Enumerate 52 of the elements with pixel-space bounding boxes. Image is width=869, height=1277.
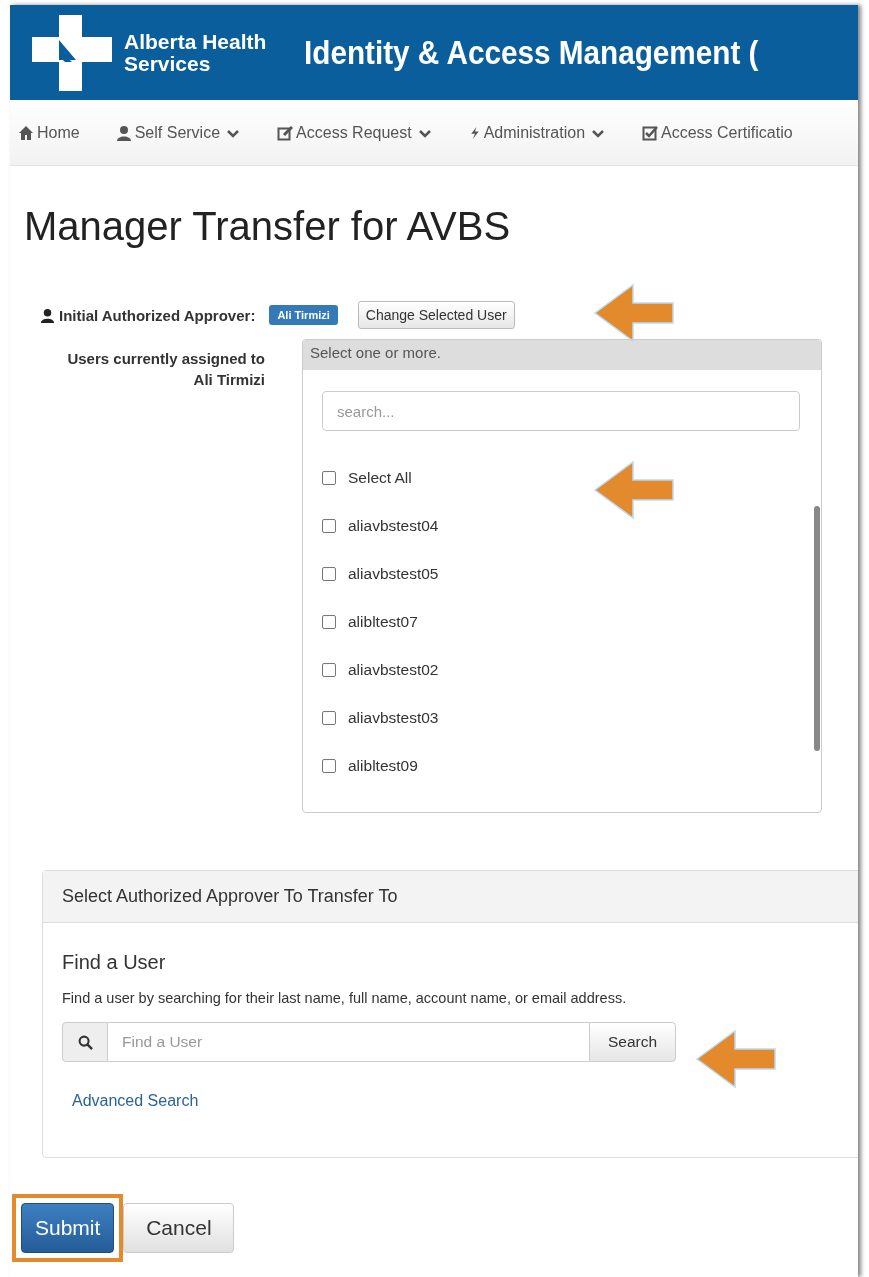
chevron-down-icon: [592, 130, 605, 138]
advanced-search-link[interactable]: Advanced Search: [72, 1092, 199, 1110]
field-label: Initial Authorized Approver:: [59, 306, 256, 324]
checkbox[interactable]: [322, 567, 336, 581]
field-label: Users currently assigned to: [66, 349, 265, 369]
chevron-down-icon: [418, 130, 431, 138]
search-field[interactable]: Find a User: [108, 1022, 589, 1062]
field-label: Ali Tirmizi: [192, 370, 265, 390]
submit-button[interactable]: Submit: [21, 1203, 115, 1253]
list-item[interactable]: Select All: [322, 454, 821, 502]
list-item[interactable]: alibltest09: [322, 742, 821, 790]
nav-link[interactable]: Access Certificatio: [632, 123, 803, 142]
list-item[interactable]: alibltest07: [322, 598, 821, 646]
nav-link[interactable]: Self Service: [105, 123, 250, 142]
person-icon: [40, 307, 55, 323]
list-header: Select one or more.: [303, 340, 821, 370]
arrow-icon: [593, 283, 677, 343]
panel-header: Select Authorized Approver To Transfer To: [43, 871, 858, 923]
help-text: Find a user by searching for their last name, full name, account name, or email address.: [62, 990, 628, 1006]
edit-icon: [277, 124, 294, 141]
search-button[interactable]: Search: [589, 1022, 676, 1062]
checkbox[interactable]: [322, 711, 336, 725]
list-item[interactable]: aliavbstest02: [322, 646, 821, 694]
list-item[interactable]: aliavbstest05: [322, 550, 821, 598]
nav-link[interactable]: Administration: [458, 123, 615, 142]
section-heading: Find a User: [62, 951, 167, 974]
list-item[interactable]: aliavbstest03: [322, 694, 821, 742]
person-icon: [115, 124, 132, 141]
checkbox[interactable]: [322, 519, 336, 533]
checkbox[interactable]: [322, 615, 336, 629]
change-user-button[interactable]: Change Selected User: [357, 301, 515, 329]
nav-link[interactable]: Access Request: [267, 123, 441, 142]
logo-text: Alberta Health: [124, 30, 267, 53]
logo-text: Services: [124, 52, 211, 75]
checkbox[interactable]: [322, 759, 336, 773]
chevron-down-icon: [227, 130, 240, 138]
search-icon: [62, 1022, 108, 1062]
user-badge: Ali Tirmizi: [269, 305, 338, 325]
page-title: Manager Transfer for AVBS: [24, 204, 512, 249]
list-item[interactable]: aliavbstest04: [322, 502, 821, 550]
logo-icon: [32, 14, 112, 91]
checkbox[interactable]: [322, 471, 336, 485]
home-icon: [18, 124, 34, 141]
arrow-icon: [695, 1029, 779, 1089]
nav-link[interactable]: Home: [10, 123, 90, 142]
cancel-button[interactable]: Cancel: [123, 1203, 235, 1253]
arrow-icon: [593, 460, 677, 520]
checkbox-icon: [642, 124, 659, 141]
app-title: Identity & Access Management (: [304, 33, 759, 72]
search-field[interactable]: search...: [322, 391, 800, 431]
scrollbar[interactable]: [814, 506, 820, 751]
checkbox[interactable]: [322, 663, 336, 677]
